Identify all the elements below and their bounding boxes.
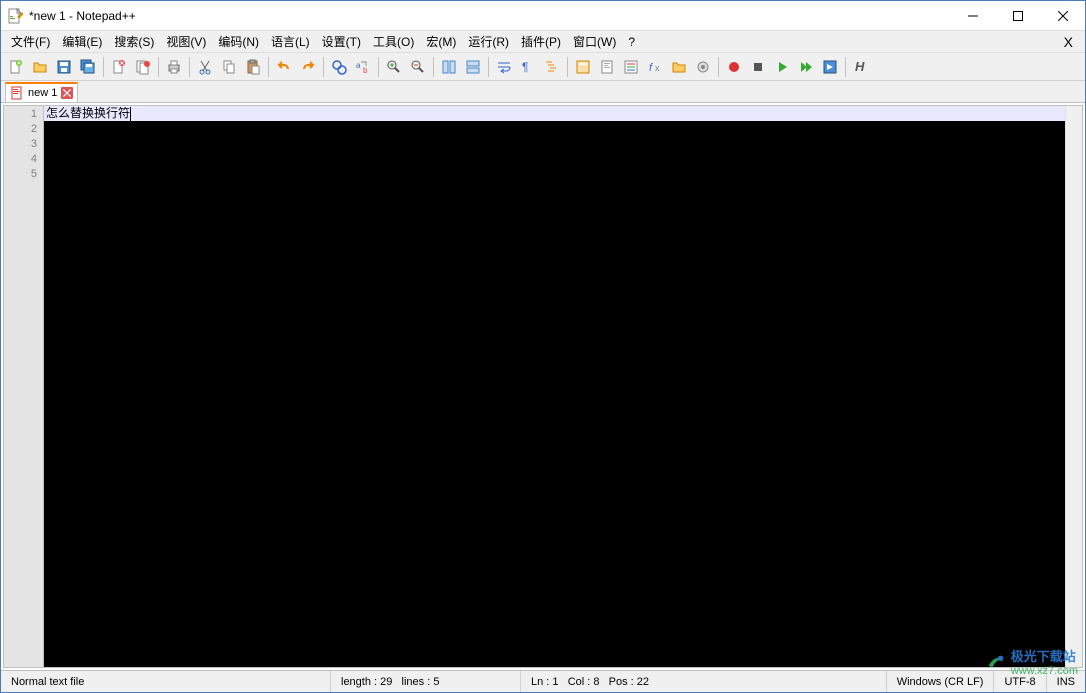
svg-text:x: x <box>655 63 660 73</box>
line-number: 2 <box>4 122 37 137</box>
vertical-scrollbar[interactable] <box>1065 106 1082 667</box>
menu-file[interactable]: 文件(F) <box>5 31 56 52</box>
close-all-button[interactable] <box>132 56 154 78</box>
save-all-button[interactable] <box>77 56 99 78</box>
wordwrap-button[interactable] <box>493 56 515 78</box>
svg-text:f: f <box>649 62 653 74</box>
udl-dialog-button[interactable] <box>572 56 594 78</box>
menu-macro[interactable]: 宏(M) <box>420 31 462 52</box>
monitoring-button[interactable] <box>692 56 714 78</box>
menubar-close-button[interactable]: X <box>1056 34 1081 50</box>
status-eol[interactable]: Windows (CR LF) <box>887 671 995 692</box>
line-number-gutter: 1 2 3 4 5 <box>4 106 44 667</box>
svg-text:b: b <box>363 66 368 75</box>
tab-label: new 1 <box>28 87 57 99</box>
svg-text:¶: ¶ <box>522 60 528 74</box>
tab-close-icon[interactable] <box>61 87 73 99</box>
folder-workspace-button[interactable] <box>668 56 690 78</box>
close-button[interactable] <box>1040 1 1085 30</box>
menu-search[interactable]: 搜索(S) <box>108 31 160 52</box>
menu-window[interactable]: 窗口(W) <box>567 31 622 52</box>
menu-settings[interactable]: 设置(T) <box>316 31 367 52</box>
menu-help[interactable]: ? <box>622 33 641 51</box>
new-file-button[interactable] <box>5 56 27 78</box>
paste-button[interactable] <box>242 56 264 78</box>
text-caret <box>130 107 131 121</box>
line-number: 5 <box>4 167 37 182</box>
code-line <box>44 151 1065 166</box>
close-file-button[interactable] <box>108 56 130 78</box>
code-line: 怎么替换换行符 <box>44 106 1065 121</box>
file-modified-icon <box>10 86 24 100</box>
cut-button[interactable] <box>194 56 216 78</box>
doc-list-button[interactable] <box>620 56 642 78</box>
status-cursor-pos: Ln : 1 Col : 8 Pos : 22 <box>521 671 887 692</box>
code-line <box>44 136 1065 151</box>
tab-bar: new 1 <box>1 81 1085 103</box>
menu-view[interactable]: 视图(V) <box>160 31 212 52</box>
spell-check-button[interactable]: H <box>850 56 872 78</box>
print-button[interactable] <box>163 56 185 78</box>
menu-plugins[interactable]: 插件(P) <box>515 31 567 52</box>
menubar: 文件(F) 编辑(E) 搜索(S) 视图(V) 编码(N) 语言(L) 设置(T… <box>1 31 1085 53</box>
svg-text:a: a <box>356 61 361 70</box>
zoom-out-button[interactable] <box>407 56 429 78</box>
code-area[interactable]: 怎么替换换行符 <box>44 106 1065 667</box>
maximize-button[interactable] <box>995 1 1040 30</box>
tab-new1[interactable]: new 1 <box>5 82 78 102</box>
undo-button[interactable] <box>273 56 295 78</box>
line-number: 3 <box>4 137 37 152</box>
editor: 1 2 3 4 5 怎么替换换行符 <box>3 105 1083 668</box>
play-macro-button[interactable] <box>771 56 793 78</box>
statusbar: Normal text file length : 29 lines : 5 L… <box>1 670 1085 692</box>
find-button[interactable] <box>328 56 350 78</box>
titlebar: *new 1 - Notepad++ <box>1 1 1085 31</box>
minimize-button[interactable] <box>950 1 995 30</box>
doc-map-button[interactable] <box>596 56 618 78</box>
status-ins[interactable]: INS <box>1047 671 1085 692</box>
code-line <box>44 121 1065 136</box>
toolbar: ab ¶ fx H <box>1 53 1085 81</box>
menu-edit[interactable]: 编辑(E) <box>56 31 108 52</box>
func-list-button[interactable]: fx <box>644 56 666 78</box>
menu-tools[interactable]: 工具(O) <box>367 31 420 52</box>
indent-guide-button[interactable] <box>541 56 563 78</box>
sync-vscroll-button[interactable] <box>438 56 460 78</box>
save-macro-button[interactable] <box>819 56 841 78</box>
copy-button[interactable] <box>218 56 240 78</box>
status-length-lines: length : 29 lines : 5 <box>331 671 521 692</box>
app-icon <box>7 8 23 24</box>
save-button[interactable] <box>53 56 75 78</box>
sync-hscroll-button[interactable] <box>462 56 484 78</box>
window-title: *new 1 - Notepad++ <box>29 9 950 23</box>
open-file-button[interactable] <box>29 56 51 78</box>
code-line <box>44 166 1065 181</box>
stop-macro-button[interactable] <box>747 56 769 78</box>
svg-text:H: H <box>855 59 865 74</box>
record-macro-button[interactable] <box>723 56 745 78</box>
play-multiple-button[interactable] <box>795 56 817 78</box>
status-filetype: Normal text file <box>1 671 331 692</box>
menu-run[interactable]: 运行(R) <box>462 31 515 52</box>
line-number: 1 <box>4 107 37 122</box>
line-number: 4 <box>4 152 37 167</box>
status-encoding[interactable]: UTF-8 <box>994 671 1046 692</box>
replace-button[interactable]: ab <box>352 56 374 78</box>
menu-language[interactable]: 语言(L) <box>265 31 316 52</box>
zoom-in-button[interactable] <box>383 56 405 78</box>
app-window: *new 1 - Notepad++ 文件(F) 编辑(E) 搜索(S) 视图(… <box>0 0 1086 693</box>
menu-encoding[interactable]: 编码(N) <box>212 31 265 52</box>
show-all-chars-button[interactable]: ¶ <box>517 56 539 78</box>
redo-button[interactable] <box>297 56 319 78</box>
